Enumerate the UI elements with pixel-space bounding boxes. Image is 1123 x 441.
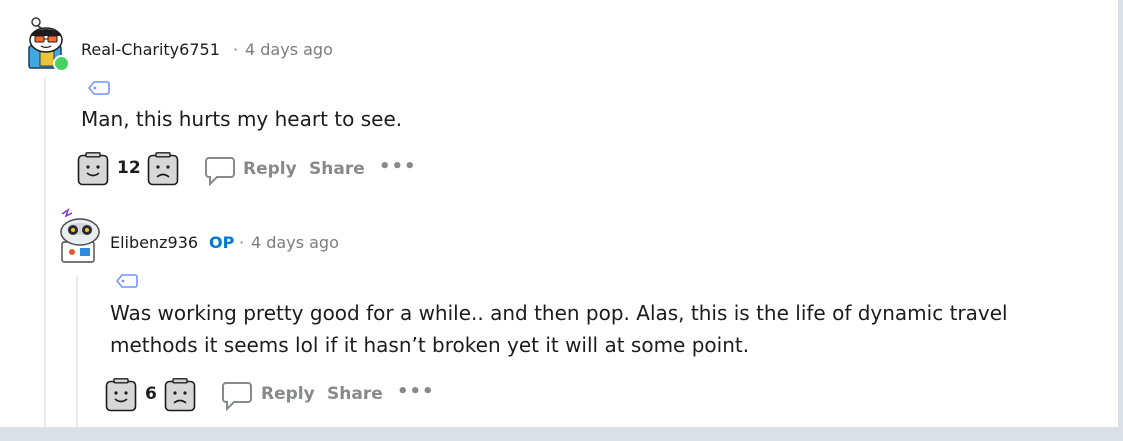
ellipsis-icon[interactable]: ••• [379, 156, 417, 177]
vote-count: 12 [117, 158, 141, 178]
comment-thread: Real-Charity6751 · 4 days ago Man, this … [0, 0, 1118, 427]
speech-bubble-icon[interactable] [205, 156, 235, 186]
speech-bubble-icon[interactable] [222, 381, 252, 411]
reply-button[interactable]: Reply [261, 384, 315, 404]
comment-body-line-2: methods it seems lol if it hasn’t broken… [110, 333, 750, 357]
meta-separator: · [233, 40, 239, 59]
comment-author[interactable]: Real-Charity6751 [81, 40, 220, 59]
op-badge: OP [209, 233, 235, 252]
comment-timestamp[interactable]: 4 days ago [245, 40, 333, 59]
reply-button[interactable]: Reply [243, 159, 297, 179]
thread-line-comment-2[interactable] [76, 276, 78, 427]
thread-line-comment-1[interactable] [44, 78, 46, 427]
vote-count: 6 [145, 384, 157, 404]
tag-icon[interactable] [88, 81, 110, 95]
comment-body-line-1: Was working pretty good for a while.. an… [110, 301, 1008, 325]
comment-timestamp[interactable]: 4 days ago [251, 233, 339, 252]
happy-face-upvote-icon[interactable] [105, 378, 137, 412]
share-button[interactable]: Share [309, 159, 365, 179]
sad-face-downvote-icon[interactable] [147, 152, 179, 186]
comment-body: Man, this hurts my heart to see. [81, 107, 403, 131]
tag-icon[interactable] [116, 274, 138, 288]
ellipsis-icon[interactable]: ••• [397, 381, 435, 402]
online-status-indicator [53, 55, 70, 72]
sad-face-downvote-icon[interactable] [164, 378, 196, 412]
comment-author[interactable]: Elibenz936 [110, 233, 198, 252]
user-avatar-elibenz[interactable] [54, 208, 102, 264]
meta-separator: · [239, 233, 245, 252]
share-button[interactable]: Share [327, 384, 383, 404]
happy-face-upvote-icon[interactable] [77, 152, 109, 186]
